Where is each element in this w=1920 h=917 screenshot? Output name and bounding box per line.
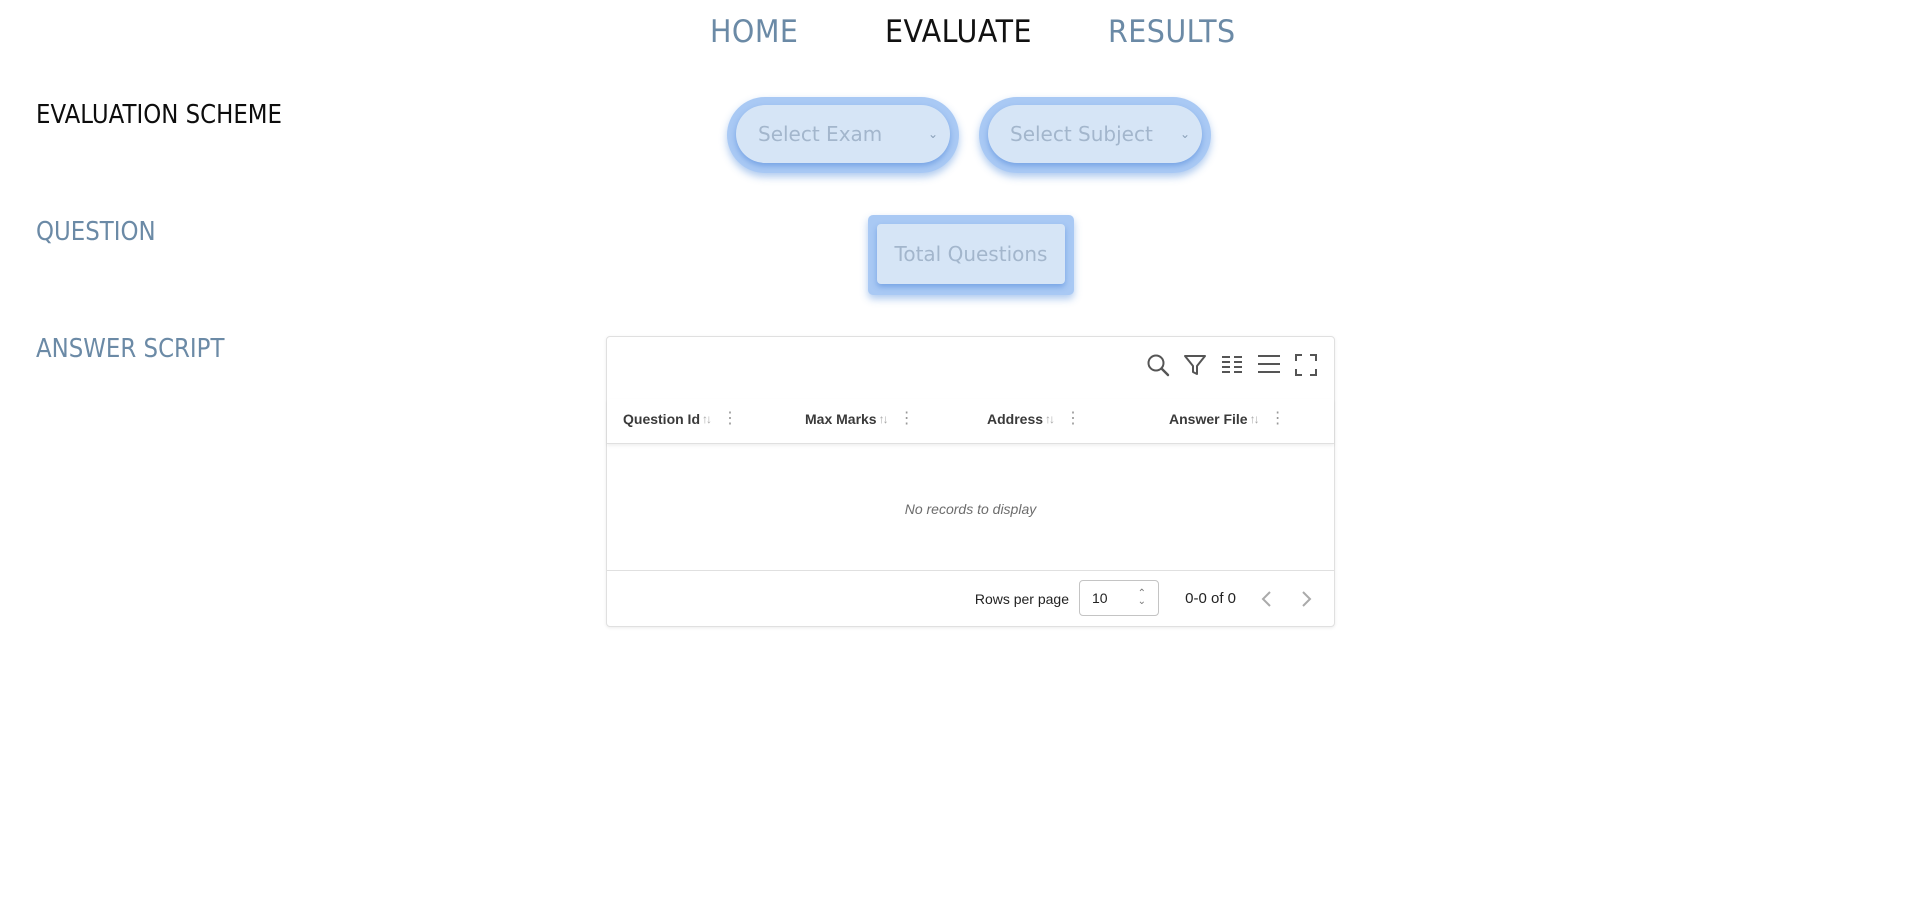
rows-per-page-value: 10	[1092, 590, 1108, 606]
chevron-down-icon: ⌄	[927, 127, 938, 141]
pagination-range: 0-0 of 0	[1185, 590, 1236, 607]
nav-results-link[interactable]: RESULTS	[1108, 14, 1236, 50]
answer-script-heading: ANSWER SCRIPT	[36, 334, 225, 364]
nav-home-link[interactable]: HOME	[710, 14, 798, 50]
filter-icon[interactable]	[1181, 351, 1209, 379]
column-label: Max Marks	[805, 411, 877, 427]
empty-state-text: No records to display	[904, 501, 1037, 517]
column-header-address[interactable]: Address ↑↓ ⋮	[987, 411, 1081, 428]
column-menu-icon[interactable]: ⋮	[722, 411, 738, 427]
subject-select[interactable]: Select Subject ⌄	[988, 105, 1202, 163]
column-header-max-marks[interactable]: Max Marks ↑↓ ⋮	[805, 411, 915, 428]
exam-select[interactable]: Select Exam ⌄	[736, 105, 950, 163]
rows-per-page-label: Rows per page	[974, 591, 1069, 607]
column-menu-icon[interactable]: ⋮	[899, 411, 915, 427]
search-icon[interactable]	[1144, 351, 1172, 379]
table-pagination: Rows per page 10 ⌃ ⌄ 0-0 of 0	[607, 570, 1334, 628]
sort-icon[interactable]: ↑↓	[702, 412, 712, 426]
previous-page-icon[interactable]	[1256, 587, 1278, 611]
up-down-icon: ⌃ ⌄	[1137, 588, 1146, 607]
answer-script-table: Question Id ↑↓ ⋮ Max Marks ↑↓ ⋮ Address …	[606, 336, 1335, 627]
column-header-answer-file[interactable]: Answer File ↑↓ ⋮	[1169, 411, 1286, 428]
column-menu-icon[interactable]: ⋮	[1065, 411, 1081, 427]
subject-select-placeholder: Select Subject	[1010, 122, 1153, 146]
column-label: Question Id	[623, 411, 700, 427]
chevron-down-icon: ⌄	[1179, 127, 1190, 141]
total-questions-wrapper: Total Questions	[868, 215, 1074, 295]
next-page-icon[interactable]	[1295, 587, 1317, 611]
column-header-question-id[interactable]: Question Id ↑↓ ⋮	[623, 411, 738, 428]
column-label: Answer File	[1169, 411, 1248, 427]
total-questions-input[interactable]: Total Questions	[877, 224, 1065, 284]
table-toolbar	[1144, 351, 1320, 381]
sort-icon[interactable]: ↑↓	[1045, 412, 1055, 426]
top-nav: HOME EVALUATE RESULTS	[0, 14, 1920, 58]
fullscreen-icon[interactable]	[1292, 351, 1320, 379]
exam-select-wrapper: Select Exam ⌄	[727, 97, 959, 173]
column-label: Address	[987, 411, 1044, 427]
column-menu-icon[interactable]: ⋮	[1270, 411, 1286, 427]
question-heading: QUESTION	[36, 217, 156, 247]
density-icon[interactable]	[1255, 351, 1283, 379]
nav-evaluate-link[interactable]: EVALUATE	[885, 14, 1032, 50]
subject-select-wrapper: Select Subject ⌄	[979, 97, 1211, 173]
exam-select-placeholder: Select Exam	[758, 122, 883, 146]
rows-per-page-select[interactable]: 10 ⌃ ⌄	[1079, 580, 1159, 616]
sort-icon[interactable]: ↑↓	[1250, 412, 1260, 426]
sort-icon[interactable]: ↑↓	[879, 412, 889, 426]
evaluation-scheme-heading: EVALUATION SCHEME	[36, 100, 283, 130]
table-header: Question Id ↑↓ ⋮ Max Marks ↑↓ ⋮ Address …	[607, 399, 1334, 444]
columns-icon[interactable]	[1218, 351, 1246, 379]
